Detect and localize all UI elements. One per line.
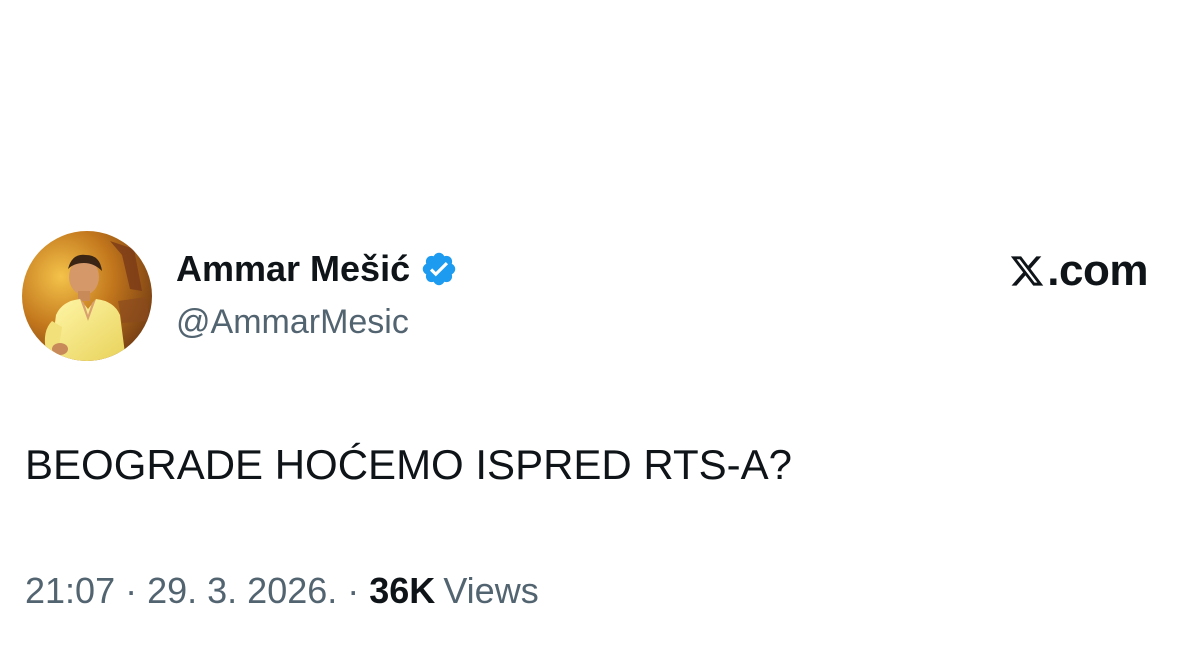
author-name-row[interactable]: Ammar Mešić (176, 246, 458, 292)
avatar-image (22, 231, 152, 361)
brand-watermark: .com (1009, 246, 1148, 296)
author-handle[interactable]: @AmmarMesic (176, 300, 409, 344)
avatar[interactable] (22, 231, 152, 361)
views-label: Views (443, 570, 539, 611)
tweet-text: BEOGRADE HOĆEMO ISPRED RTS-A? (25, 441, 793, 488)
tweet-meta: 21:07 · 29. 3. 2026. · 36K Views (25, 567, 539, 615)
tweet-date[interactable]: 29. 3. 2026. (147, 567, 337, 615)
verified-badge-icon (420, 250, 458, 288)
tweet-card: Ammar Mešić @AmmarMesic .com BEOGRADE HO… (0, 0, 1200, 646)
views-count: 36K (369, 570, 436, 611)
meta-separator: · (125, 570, 138, 611)
author-display-name[interactable]: Ammar Mešić (176, 246, 410, 292)
x-logo-icon (1009, 253, 1045, 289)
brand-domain: .com (1047, 246, 1148, 295)
tweet-time[interactable]: 21:07 (25, 567, 115, 615)
meta-separator: · (347, 570, 360, 611)
